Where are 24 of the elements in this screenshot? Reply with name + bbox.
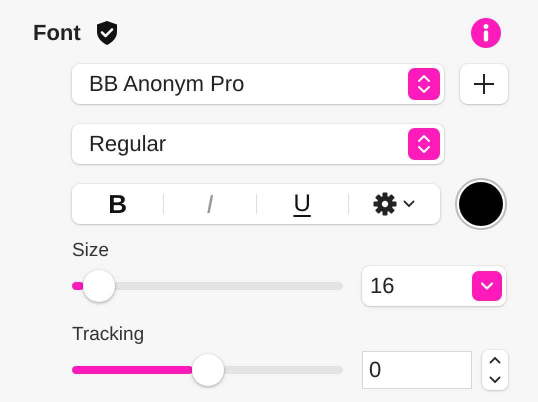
- underline-button[interactable]: U: [256, 184, 348, 224]
- info-icon[interactable]: [471, 18, 501, 48]
- tracking-label: Tracking: [72, 324, 146, 346]
- stepper[interactable]: [482, 350, 508, 390]
- caret-icon: [403, 200, 416, 208]
- chevron-down-icon[interactable]: [489, 376, 501, 384]
- stepper-arrows-icon[interactable]: [408, 68, 440, 100]
- chevron-up-icon[interactable]: [489, 356, 501, 364]
- size-combo-box[interactable]: 16: [362, 266, 506, 306]
- tracking-input-field[interactable]: 0: [362, 351, 472, 389]
- settings-icon: [373, 192, 398, 216]
- shield-check-icon: [94, 20, 119, 46]
- section-title: Font: [33, 20, 81, 46]
- slider-thumb[interactable]: [83, 270, 116, 302]
- plus-icon: [473, 73, 495, 95]
- font-style-dropdown[interactable]: Regular: [72, 124, 444, 164]
- size-label: Size: [72, 240, 110, 262]
- size-input-field[interactable]: 16: [368, 272, 472, 300]
- slider-fill: [72, 282, 84, 290]
- slider-thumb[interactable]: [192, 354, 224, 386]
- font-family-dropdown[interactable]: BB Anonym Pro: [72, 64, 444, 104]
- add-button[interactable]: [460, 64, 508, 104]
- stepper-arrows-icon[interactable]: [408, 128, 440, 160]
- bold-button[interactable]: B: [72, 184, 164, 224]
